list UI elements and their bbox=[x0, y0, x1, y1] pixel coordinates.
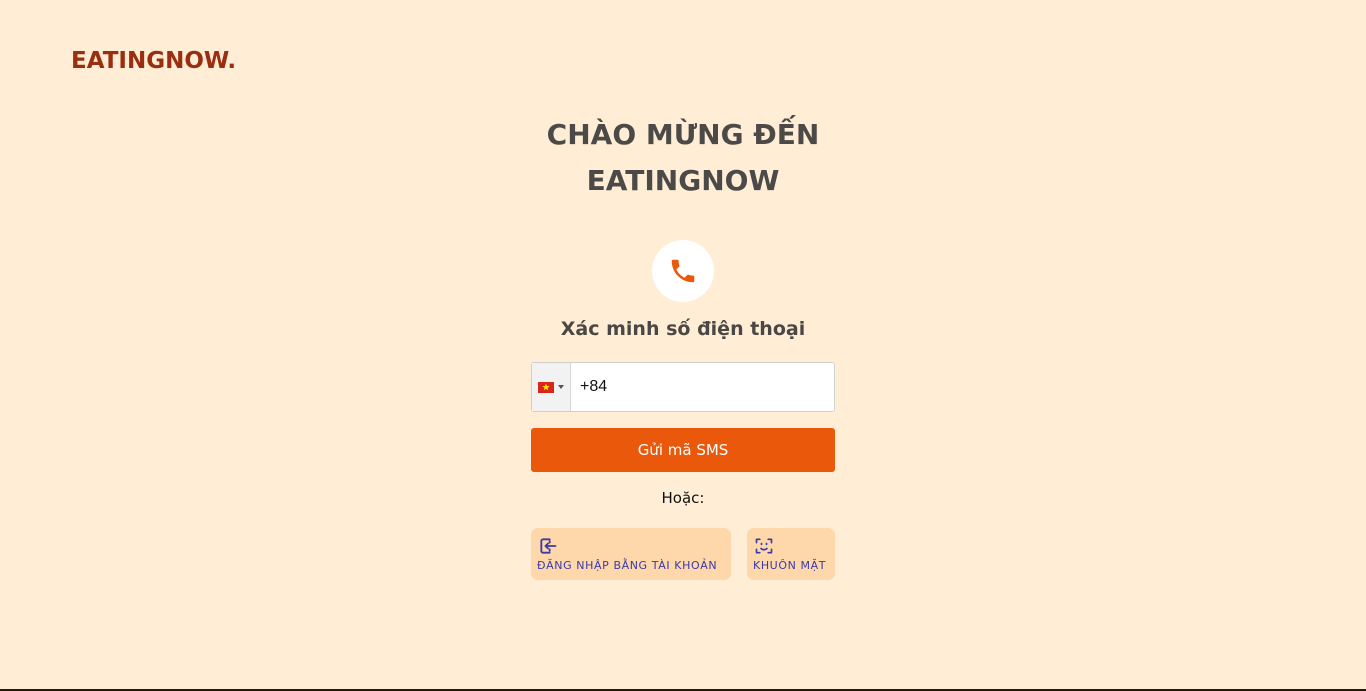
verify-phone-title: Xác minh số điện thoại bbox=[560, 318, 806, 340]
face-scan-icon bbox=[755, 538, 773, 554]
phone-number-field bbox=[531, 362, 835, 412]
send-sms-button[interactable]: Gửi mã SMS bbox=[531, 428, 835, 472]
welcome-heading-line1: CHÀO MỪNG ĐẾN bbox=[546, 118, 820, 151]
login-with-account-button[interactable]: ĐĂNG NHẬP BẰNG TÀI KHOẢN bbox=[531, 528, 731, 580]
country-code-select[interactable] bbox=[532, 363, 571, 411]
brand-logo[interactable]: EATINGNOW. bbox=[71, 48, 236, 74]
phone-icon-badge bbox=[652, 240, 714, 302]
login-page: EATINGNOW. CHÀO MỪNG ĐẾN EATINGNOW Xác m… bbox=[0, 0, 1366, 689]
vietnam-flag-icon bbox=[538, 381, 554, 393]
login-icon bbox=[540, 538, 557, 554]
phone-icon bbox=[671, 259, 695, 283]
chevron-down-icon bbox=[558, 385, 564, 389]
welcome-heading-line2: EATINGNOW bbox=[586, 164, 780, 197]
welcome-heading: CHÀO MỪNG ĐẾN EATINGNOW bbox=[483, 112, 883, 204]
face-login-button[interactable]: KHUÔN MẶT bbox=[747, 528, 835, 580]
or-label: Hoặc: bbox=[661, 489, 705, 507]
phone-input[interactable] bbox=[571, 363, 834, 411]
login-with-account-label: ĐĂNG NHẬP BẰNG TÀI KHOẢN bbox=[537, 559, 718, 572]
face-login-label: KHUÔN MẶT bbox=[753, 559, 827, 572]
